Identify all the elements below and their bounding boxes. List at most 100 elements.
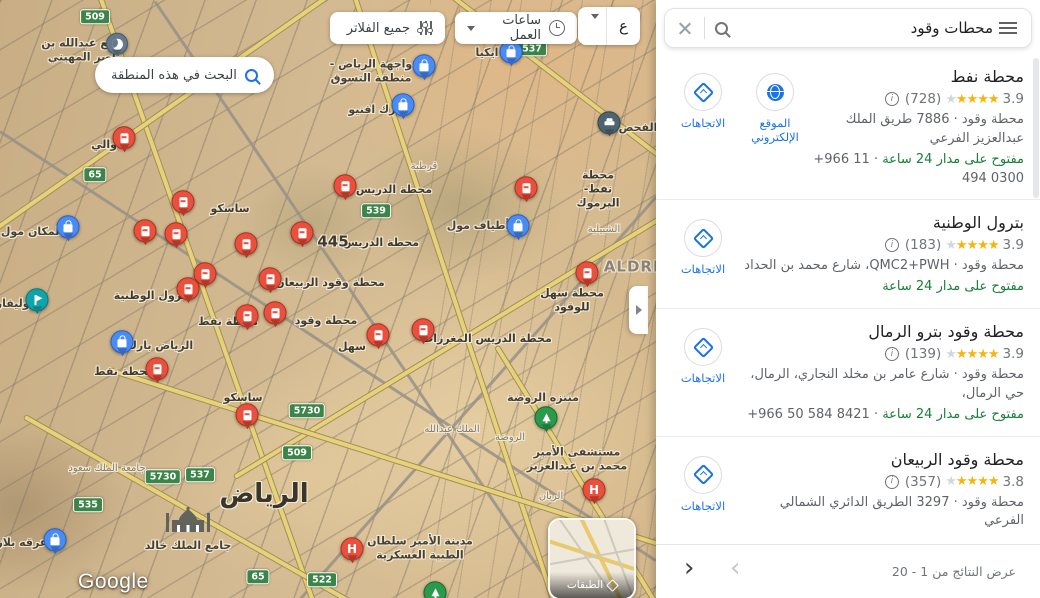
star-icon: ★ xyxy=(966,474,979,490)
gas-pin[interactable] xyxy=(263,301,287,325)
gas-pin[interactable] xyxy=(145,357,169,381)
close-icon[interactable] xyxy=(665,21,704,36)
star-icon: ★ xyxy=(955,474,968,490)
search-result[interactable]: محطة وقود بترو الرمال 3.9★★★★★ (139) محط… xyxy=(656,309,1040,437)
route-shield-65: 65 xyxy=(246,569,270,585)
gas-pin[interactable] xyxy=(235,403,259,427)
divider xyxy=(704,17,705,39)
gas-pin[interactable] xyxy=(133,219,157,243)
gas-pin[interactable] xyxy=(235,304,259,328)
hospital-pin[interactable]: H xyxy=(340,537,364,561)
star-icon: ★ xyxy=(977,91,989,107)
chevron-right-icon xyxy=(635,305,642,315)
scrollbar[interactable] xyxy=(1033,58,1039,198)
directions-button[interactable]: الاتجاهات xyxy=(672,219,734,277)
mall-pin[interactable] xyxy=(43,528,67,552)
star-icon: ★ xyxy=(966,91,979,107)
result-actions: الاتجاهات xyxy=(672,322,734,425)
info-icon[interactable] xyxy=(884,92,899,106)
open-hours: مفتوح على مدار 24 ساعة · +966 11 494 030… xyxy=(813,151,1024,186)
landmark-pin[interactable] xyxy=(25,288,49,312)
search-input[interactable]: محطات وقود xyxy=(746,19,993,37)
map-canvas[interactable]: 509 537 539 65 509 5730 5730 537 535 65 522 جامع عب… xyxy=(0,0,656,598)
directions-icon xyxy=(692,336,714,358)
search-box[interactable]: محطات وقود xyxy=(664,8,1032,48)
star-icon: ★ xyxy=(966,237,979,253)
directions-button[interactable]: الاتجاهات xyxy=(672,328,734,386)
result-rating: 3.9 ★★★★★ (139) xyxy=(738,346,1024,362)
result-info: محطة نفط 3.9★★★★★ (728) محطة وقود · 7886… xyxy=(806,67,1024,188)
mall-pin[interactable] xyxy=(56,215,80,239)
all-filters-button[interactable]: جميع الفلاتر xyxy=(330,12,445,44)
inspection-pin[interactable] xyxy=(597,111,621,135)
search-icon[interactable] xyxy=(705,21,738,35)
search-result[interactable]: محطة نفط 3.9★★★★★ (728) محطة وقود · 7886… xyxy=(656,54,1040,201)
park-pin[interactable] xyxy=(423,581,447,598)
working-hours-label: ساعات العمل xyxy=(502,13,541,43)
star-icon: ★ xyxy=(945,91,957,107)
gas-pin[interactable] xyxy=(234,232,258,256)
directions-button[interactable]: الاتجاهات xyxy=(672,455,734,514)
star-icon: ★ xyxy=(987,91,1000,107)
chevron-down-icon[interactable] xyxy=(584,13,606,34)
result-address: محطة وقود · 7886 طريق الملك عبدالعزيز ال… xyxy=(845,112,1024,146)
mosque-pin[interactable] xyxy=(106,32,128,55)
working-hours-button[interactable]: ساعات العمل xyxy=(455,12,577,44)
star-icon: ★ xyxy=(955,237,968,253)
pagination: عرض النتائج من 1 - 20 ‹ › xyxy=(656,544,1040,598)
gas-pin[interactable] xyxy=(258,267,282,291)
gas-pin[interactable] xyxy=(514,176,538,200)
all-filters-label: جميع الفلاتر xyxy=(346,20,410,36)
mosque-building-icon xyxy=(166,507,210,532)
mall-pin[interactable] xyxy=(391,93,415,117)
search-this-area-label: البحث في هذه المنطقة xyxy=(111,67,237,83)
route-shield-537: 537 xyxy=(185,467,215,483)
divider xyxy=(606,7,608,45)
star-icon: ★ xyxy=(987,237,1000,253)
result-info: بترول الوطنية 3.9★★★★★ (183) محطة وقود ·… xyxy=(734,213,1024,297)
pagination-label: عرض النتائج من 1 - 20 xyxy=(891,564,1016,579)
gas-pin[interactable] xyxy=(112,126,136,150)
result-title[interactable]: محطة نفط xyxy=(810,67,1024,86)
directions-icon xyxy=(692,81,714,103)
result-actions: الاتجاهات xyxy=(672,213,734,297)
chevron-down-icon xyxy=(467,25,475,31)
next-page-chevron[interactable]: ‹ xyxy=(684,553,694,583)
gas-pin[interactable] xyxy=(290,221,314,245)
layers-widget[interactable]: الطبقات xyxy=(548,518,636,598)
gas-pin[interactable] xyxy=(411,318,435,342)
search-result[interactable]: محطة وقود الربيعان 3.8★★★★★ (357) محطة و… xyxy=(656,437,1040,545)
route-shield-65: 65 xyxy=(83,167,107,183)
hospital-pin[interactable]: H xyxy=(582,478,606,502)
result-title[interactable]: بترول الوطنية xyxy=(738,213,1024,232)
clock-icon xyxy=(549,20,565,36)
mall-pin[interactable] xyxy=(412,54,436,78)
search-result[interactable]: بترول الوطنية 3.9★★★★★ (183) محطة وقود ·… xyxy=(656,200,1040,310)
result-title[interactable]: محطة وقود الربيعان xyxy=(738,450,1024,469)
mall-pin[interactable] xyxy=(110,330,134,354)
search-this-area-button[interactable]: البحث في هذه المنطقة xyxy=(95,57,274,93)
language-selector[interactable]: ع xyxy=(578,7,640,45)
gas-pin[interactable] xyxy=(176,277,200,301)
website-button[interactable]: الموقع الإلكتروني xyxy=(744,73,806,145)
result-title[interactable]: محطة وقود بترو الرمال xyxy=(738,322,1024,341)
directions-button[interactable]: الاتجاهات xyxy=(672,73,734,131)
info-icon[interactable] xyxy=(884,347,899,362)
park-pin[interactable] xyxy=(534,406,558,430)
globe-icon xyxy=(766,83,784,101)
info-icon[interactable] xyxy=(884,238,899,253)
star-icon: ★ xyxy=(987,346,1000,362)
route-shield-522: 522 xyxy=(307,572,337,588)
collapse-panel-tab[interactable] xyxy=(629,286,648,334)
route-shield-535: 535 xyxy=(73,497,103,513)
gas-pin[interactable] xyxy=(575,261,599,285)
gas-pin[interactable] xyxy=(366,323,390,347)
star-icon: ★ xyxy=(955,346,968,362)
gas-pin[interactable] xyxy=(164,222,188,246)
info-icon[interactable] xyxy=(884,474,899,489)
gas-pin[interactable] xyxy=(333,174,357,198)
gas-pin[interactable] xyxy=(171,190,195,214)
directions-icon xyxy=(692,463,714,486)
mall-pin[interactable] xyxy=(506,214,530,238)
menu-icon[interactable] xyxy=(999,22,1017,34)
